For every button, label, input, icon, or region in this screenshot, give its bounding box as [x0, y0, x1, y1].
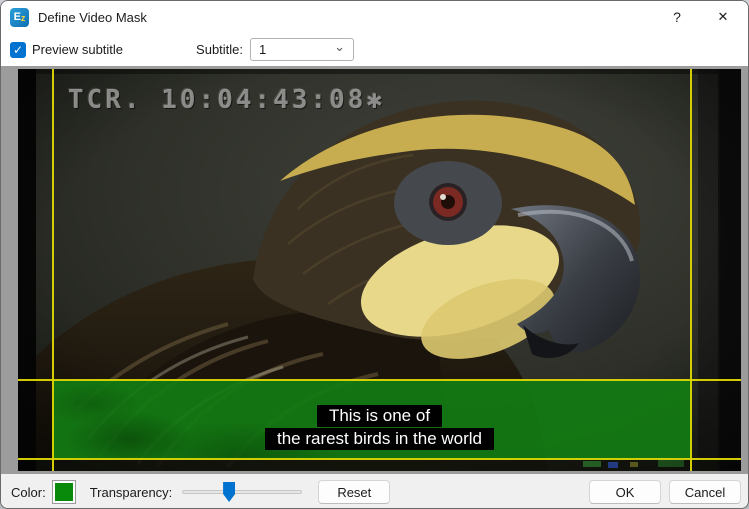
- preview-subtitle-checkbox[interactable]: ✓: [10, 42, 26, 58]
- mask-color-swatch: [55, 483, 73, 501]
- app-icon-letter-e: E: [14, 12, 21, 23]
- subtitle-label: Subtitle:: [196, 42, 243, 57]
- subtitle-line-2: the rarest birds in the world: [265, 428, 494, 450]
- mask-color-picker[interactable]: [52, 480, 76, 504]
- transparency-slider-track[interactable]: [182, 490, 302, 494]
- define-video-mask-dialog: Ez Define Video Mask ? ✕ ✓ Preview subti…: [0, 0, 749, 509]
- mask-guide-bottom[interactable]: [18, 458, 741, 460]
- video-preview-region: TCR. 10:04:43:08✱ This is one of the rar…: [1, 66, 748, 474]
- bottom-bar: Color: Transparency: Reset OK Cancel: [1, 474, 748, 509]
- titlebar: Ez Define Video Mask ? ✕: [1, 1, 748, 33]
- ok-button[interactable]: OK: [589, 480, 661, 504]
- help-button[interactable]: ?: [654, 1, 700, 33]
- chevron-down-icon: ⌄: [334, 39, 345, 55]
- transparency-slider[interactable]: [182, 482, 302, 502]
- close-button[interactable]: ✕: [700, 1, 746, 33]
- transparency-label: Transparency:: [90, 485, 173, 500]
- video-frame[interactable]: TCR. 10:04:43:08✱ This is one of the rar…: [18, 69, 741, 471]
- titlebar-buttons: ? ✕: [654, 1, 748, 33]
- subtitle-select[interactable]: 1 ⌄: [250, 38, 354, 61]
- app-icon: Ez: [10, 8, 29, 27]
- subtitle-line-1: This is one of: [317, 405, 442, 427]
- subtitle-select-value: 1: [259, 42, 266, 57]
- color-label: Color:: [11, 485, 46, 500]
- mask-guide-top[interactable]: [18, 379, 741, 381]
- cancel-button[interactable]: Cancel: [669, 480, 741, 504]
- app-icon-letter-z: z: [21, 14, 26, 23]
- toolbar: ✓ Preview subtitle Subtitle: 1 ⌄: [1, 33, 748, 66]
- preview-subtitle-label[interactable]: Preview subtitle: [32, 42, 123, 57]
- transparency-slider-thumb[interactable]: [223, 482, 235, 502]
- subtitle-preview: This is one of the rarest birds in the w…: [18, 405, 741, 450]
- timecode-overlay: TCR. 10:04:43:08✱: [68, 85, 385, 115]
- dialog-title: Define Video Mask: [38, 10, 147, 25]
- reset-button[interactable]: Reset: [318, 480, 390, 504]
- check-icon: ✓: [13, 44, 23, 56]
